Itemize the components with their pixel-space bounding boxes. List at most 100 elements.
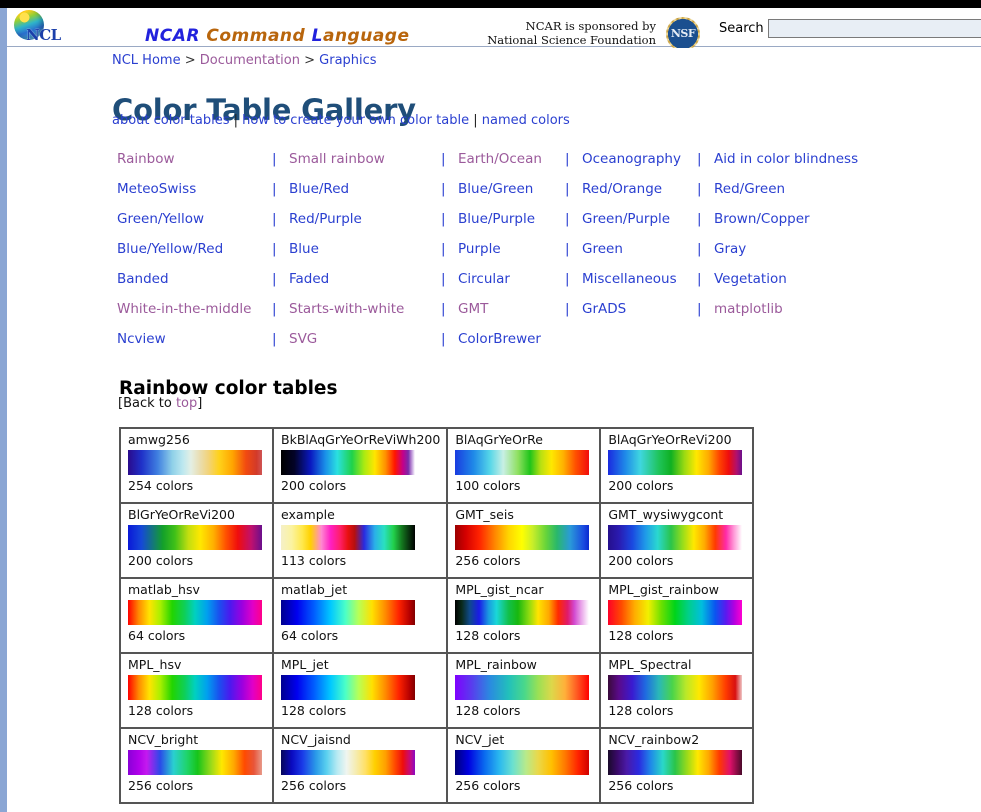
category-link-blue-green[interactable]: Blue/Green: [458, 181, 533, 197]
color-table-swatch[interactable]: [281, 450, 415, 475]
category-separator: |: [565, 151, 570, 167]
color-table-swatch[interactable]: [455, 675, 590, 700]
category-link-green-purple[interactable]: Green/Purple: [582, 211, 670, 227]
category-link-red-orange[interactable]: Red/Orange: [582, 181, 662, 197]
color-table-swatch[interactable]: [281, 675, 415, 700]
category-link-starts-with-white[interactable]: Starts-with-white: [289, 301, 404, 317]
search-input[interactable]: [767, 19, 981, 38]
color-table-swatch[interactable]: [455, 450, 590, 475]
color-table-cell[interactable]: MPL_jet 128 colors: [273, 653, 448, 728]
color-table-swatch[interactable]: [128, 600, 262, 625]
color-table-cell[interactable]: GMT_wysiwygcont 200 colors: [600, 503, 754, 578]
sublink-named-colors[interactable]: named colors: [482, 113, 570, 128]
breadcrumb-item-ncl-home[interactable]: NCL Home: [112, 53, 181, 68]
site-header: NCL NCAR Command Language NCAR is sponso…: [7, 8, 981, 51]
category-link-purple[interactable]: Purple: [458, 241, 501, 257]
color-table-swatch[interactable]: [281, 750, 415, 775]
back-to-top-link[interactable]: top: [176, 396, 197, 411]
category-link-miscellaneous[interactable]: Miscellaneous: [582, 271, 677, 287]
color-table-swatch[interactable]: [128, 450, 262, 475]
category-link-green-yellow[interactable]: Green/Yellow: [117, 211, 204, 227]
category-link-vegetation[interactable]: Vegetation: [714, 271, 787, 287]
category-link-gray[interactable]: Gray: [714, 241, 746, 257]
color-table-cell[interactable]: matlab_hsv 64 colors: [120, 578, 273, 653]
ncl-logo[interactable]: NCL: [12, 9, 70, 47]
color-table-swatch[interactable]: [455, 600, 590, 625]
color-table-cell[interactable]: amwg256 254 colors: [120, 428, 273, 503]
color-table-cell[interactable]: BkBlAqGrYeOrReViWh200 200 colors: [273, 428, 448, 503]
category-link-red-purple[interactable]: Red/Purple: [289, 211, 362, 227]
category-cell: Green: [582, 241, 697, 271]
color-table-count: 128 colors: [608, 628, 674, 643]
category-link-banded[interactable]: Banded: [117, 271, 169, 287]
color-table-name: BlGrYeOrReVi200: [128, 507, 235, 522]
breadcrumb-item-graphics[interactable]: Graphics: [319, 53, 376, 68]
sublink-create-your-own-color-table[interactable]: how to create your own color table: [242, 113, 469, 128]
color-table-cell[interactable]: GMT_seis 256 colors: [447, 503, 601, 578]
color-table-swatch[interactable]: [128, 525, 262, 550]
category-link-grads[interactable]: GrADS: [582, 301, 626, 317]
breadcrumb-separator-2: >: [304, 53, 316, 68]
category-link-blue-yellow-red[interactable]: Blue/Yellow/Red: [117, 241, 223, 257]
category-link-matplotlib[interactable]: matplotlib: [714, 301, 783, 317]
color-table-count: 256 colors: [608, 778, 674, 793]
color-table-rows: amwg256 254 colors BkBlAqGrYeOrReViWh200 20…: [120, 428, 754, 803]
nsf-logo-icon[interactable]: NSF: [666, 17, 700, 51]
color-table-swatch[interactable]: [608, 675, 743, 700]
color-table-swatch[interactable]: [128, 750, 262, 775]
category-link-circular[interactable]: Circular: [458, 271, 510, 287]
color-table-count: 128 colors: [128, 703, 194, 718]
category-link-blue-purple[interactable]: Blue/Purple: [458, 211, 535, 227]
category-link-rainbow[interactable]: Rainbow: [117, 151, 175, 167]
color-table-cell[interactable]: example 113 colors: [273, 503, 448, 578]
color-table-cell[interactable]: MPL_gist_rainbow 128 colors: [600, 578, 754, 653]
color-table-cell[interactable]: BlAqGrYeOrReVi200 200 colors: [600, 428, 754, 503]
color-table-swatch[interactable]: [608, 525, 743, 550]
color-table-cell[interactable]: MPL_Spectral 128 colors: [600, 653, 754, 728]
color-table-swatch[interactable]: [281, 600, 415, 625]
category-link-blue[interactable]: Blue: [289, 241, 319, 257]
category-link-oceanography[interactable]: Oceanography: [582, 151, 681, 167]
color-table-cell[interactable]: MPL_rainbow 128 colors: [447, 653, 601, 728]
category-link-small-rainbow[interactable]: Small rainbow: [289, 151, 385, 167]
color-table-cell[interactable]: NCV_jaisnd 256 colors: [273, 728, 448, 803]
breadcrumb-item-documentation[interactable]: Documentation: [200, 53, 300, 68]
category-separator: |: [697, 241, 702, 257]
category-link-red-green[interactable]: Red/Green: [714, 181, 785, 197]
category-separator: |: [697, 271, 702, 287]
color-table-swatch[interactable]: [608, 600, 743, 625]
category-link-colorbrewer[interactable]: ColorBrewer: [458, 331, 541, 347]
category-link-svg[interactable]: SVG: [289, 331, 317, 347]
color-table-cell[interactable]: MPL_gist_ncar 128 colors: [447, 578, 601, 653]
color-table-swatch[interactable]: [608, 750, 743, 775]
site-wordmark: NCAR Command Language: [145, 26, 410, 46]
category-separator: |: [441, 331, 446, 347]
category-link-blue-red[interactable]: Blue/Red: [289, 181, 349, 197]
color-table-cell[interactable]: matlab_jet 64 colors: [273, 578, 448, 653]
color-table-cell[interactable]: MPL_hsv 128 colors: [120, 653, 273, 728]
category-cell: Starts-with-white: [289, 301, 441, 331]
category-link-earth-ocean[interactable]: Earth/Ocean: [458, 151, 542, 167]
color-table-cell[interactable]: BlAqGrYeOrRe 100 colors: [447, 428, 601, 503]
category-link-gmt[interactable]: GMT: [458, 301, 488, 317]
color-table-cell[interactable]: BlGrYeOrReVi200 200 colors: [120, 503, 273, 578]
color-table-cell[interactable]: NCV_jet 256 colors: [447, 728, 601, 803]
category-link-meteoswiss[interactable]: MeteoSwiss: [117, 181, 196, 197]
category-link-green[interactable]: Green: [582, 241, 623, 257]
color-table-row: matlab_hsv 64 colors matlab_jet 64 colors MP…: [120, 578, 754, 653]
category-link-ncview[interactable]: Ncview: [117, 331, 166, 347]
color-table-swatch[interactable]: [455, 525, 590, 550]
color-table-swatch[interactable]: [128, 675, 262, 700]
category-link-aid-in-color-blindness[interactable]: Aid in color blindness: [714, 151, 858, 167]
wordmark-part-command: Command: [206, 26, 306, 46]
color-table-cell[interactable]: NCV_rainbow2 256 colors: [600, 728, 754, 803]
category-link-white-in-the-middle[interactable]: White-in-the-middle: [117, 301, 251, 317]
category-cell: Earth/Ocean: [458, 151, 565, 181]
sublink-about-color-tables[interactable]: about color tables: [112, 113, 229, 128]
color-table-swatch[interactable]: [608, 450, 743, 475]
color-table-swatch[interactable]: [455, 750, 590, 775]
color-table-cell[interactable]: NCV_bright 256 colors: [120, 728, 273, 803]
category-link-brown-copper[interactable]: Brown/Copper: [714, 211, 810, 227]
category-link-faded[interactable]: Faded: [289, 271, 329, 287]
color-table-swatch[interactable]: [281, 525, 415, 550]
